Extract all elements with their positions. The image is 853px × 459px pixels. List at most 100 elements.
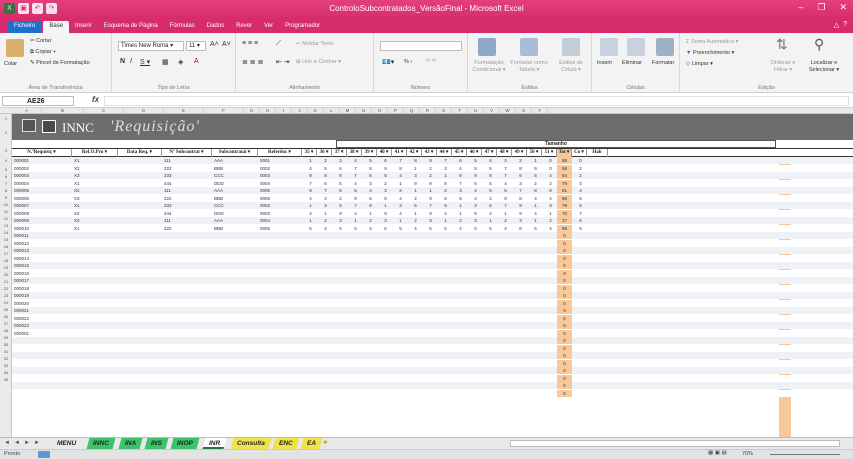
- table-cell[interactable]: [394, 322, 407, 329]
- table-cell[interactable]: [574, 292, 587, 299]
- table-cell[interactable]: [439, 315, 452, 322]
- column-filter-header[interactable]: 48 ▾: [497, 149, 512, 157]
- table-cell[interactable]: 3: [514, 217, 527, 224]
- row-number[interactable]: 8: [0, 188, 12, 193]
- table-cell[interactable]: [439, 360, 452, 367]
- table-cell[interactable]: 5: [409, 202, 422, 209]
- table-cell[interactable]: [409, 375, 422, 382]
- column-filter-header[interactable]: 39 ▾: [362, 149, 377, 157]
- table-row[interactable]: 000014 0: [12, 254, 853, 262]
- table-cell[interactable]: [319, 307, 332, 314]
- table-cell[interactable]: [304, 382, 317, 389]
- table-cell[interactable]: [499, 322, 512, 329]
- table-cell[interactable]: [379, 300, 392, 307]
- table-cell[interactable]: [214, 352, 258, 359]
- table-cell[interactable]: [439, 300, 452, 307]
- table-cell[interactable]: [529, 240, 542, 247]
- table-cell[interactable]: [529, 277, 542, 284]
- table-cell[interactable]: X2: [74, 165, 118, 172]
- table-cell[interactable]: 8: [574, 217, 587, 224]
- table-cell[interactable]: [214, 360, 258, 367]
- table-cell[interactable]: 3: [334, 217, 347, 224]
- table-cell[interactable]: [499, 270, 512, 277]
- table-cell[interactable]: [164, 375, 212, 382]
- table-cell[interactable]: [514, 337, 527, 344]
- row-number[interactable]: 2: [0, 130, 12, 135]
- table-row[interactable]: 000022 0: [12, 314, 853, 322]
- table-cell[interactable]: [394, 292, 407, 299]
- autosum-button[interactable]: Σ Soma Automática ▾: [686, 39, 738, 45]
- sheet-tab[interactable]: INA: [118, 438, 143, 449]
- table-cell[interactable]: [424, 337, 437, 344]
- table-cell[interactable]: [529, 247, 542, 254]
- table-cell[interactable]: [454, 285, 467, 292]
- table-cell[interactable]: [319, 375, 332, 382]
- table-cell[interactable]: [454, 270, 467, 277]
- table-cell[interactable]: [14, 337, 72, 344]
- table-cell[interactable]: 000017: [14, 277, 72, 284]
- table-cell[interactable]: [454, 292, 467, 299]
- table-cell[interactable]: 000002: [14, 165, 72, 172]
- table-cell[interactable]: [439, 367, 452, 374]
- table-cell[interactable]: [544, 300, 557, 307]
- table-cell[interactable]: [499, 390, 512, 397]
- column-filter-header[interactable]: 35 ▾: [302, 149, 317, 157]
- table-cell[interactable]: [334, 285, 347, 292]
- table-cell[interactable]: 0: [557, 254, 572, 262]
- table-cell[interactable]: 0: [557, 277, 572, 284]
- table-cell[interactable]: 1: [499, 210, 512, 217]
- table-cell[interactable]: [574, 315, 587, 322]
- table-cell[interactable]: [514, 330, 527, 337]
- table-cell[interactable]: [319, 390, 332, 397]
- table-cell[interactable]: 4: [304, 165, 317, 172]
- table-cell[interactable]: [214, 285, 258, 292]
- table-row[interactable]: 000004 X1 444 DDD 0004 7 6 5 4 3 2 1 8 9 8 7 6 5 4 3 2 2 79 3: [12, 179, 853, 187]
- table-cell[interactable]: [544, 240, 557, 247]
- table-cell[interactable]: 6: [334, 187, 347, 194]
- table-cell[interactable]: 1: [409, 165, 422, 172]
- table-cell[interactable]: [364, 360, 377, 367]
- row-number[interactable]: 29: [0, 335, 12, 340]
- table-cell[interactable]: [469, 255, 482, 262]
- table-cell[interactable]: 5: [454, 195, 467, 202]
- table-row[interactable]: 000008 X2 444 DDD 0003 4 1 9 4 1 9 4 1 9 4 1 9 4 1 9 4 1 70 7: [12, 209, 853, 217]
- table-cell[interactable]: [164, 270, 212, 277]
- table-cell[interactable]: 37: [557, 217, 572, 224]
- table-cell[interactable]: [574, 375, 587, 382]
- table-cell[interactable]: 3: [439, 165, 452, 172]
- table-cell[interactable]: 0: [557, 284, 572, 292]
- orientation-icon[interactable]: ⟋: [276, 40, 281, 48]
- table-cell[interactable]: 000011: [14, 232, 72, 239]
- table-cell[interactable]: [164, 255, 212, 262]
- row-number[interactable]: 3: [0, 148, 12, 153]
- table-cell[interactable]: 5: [379, 172, 392, 179]
- table-cell[interactable]: [574, 240, 587, 247]
- table-cell[interactable]: [529, 367, 542, 374]
- table-cell[interactable]: 4: [409, 225, 422, 232]
- table-cell[interactable]: 000009: [14, 217, 72, 224]
- table-cell[interactable]: [304, 247, 317, 254]
- table-cell[interactable]: BBB: [214, 225, 258, 232]
- table-cell[interactable]: [544, 390, 557, 397]
- table-cell[interactable]: [364, 270, 377, 277]
- table-cell[interactable]: [484, 315, 497, 322]
- table-cell[interactable]: 4: [364, 225, 377, 232]
- table-cell[interactable]: [164, 307, 212, 314]
- table-row[interactable]: 000017 0: [12, 277, 853, 284]
- table-cell[interactable]: 5: [394, 225, 407, 232]
- table-cell[interactable]: [469, 247, 482, 254]
- table-cell[interactable]: 9: [514, 202, 527, 209]
- table-cell[interactable]: [499, 352, 512, 359]
- table-cell[interactable]: CCC: [214, 202, 258, 209]
- table-cell[interactable]: 000013: [14, 247, 72, 254]
- table-cell[interactable]: 1: [394, 217, 407, 224]
- table-cell[interactable]: [14, 352, 72, 359]
- minimize-button[interactable]: –: [798, 2, 803, 13]
- table-cell[interactable]: [319, 277, 332, 284]
- row-number[interactable]: 20: [0, 272, 12, 277]
- table-cell[interactable]: 5: [304, 225, 317, 232]
- table-cell[interactable]: [349, 255, 362, 262]
- table-cell[interactable]: [469, 277, 482, 284]
- table-cell[interactable]: 1: [529, 217, 542, 224]
- table-cell[interactable]: [304, 315, 317, 322]
